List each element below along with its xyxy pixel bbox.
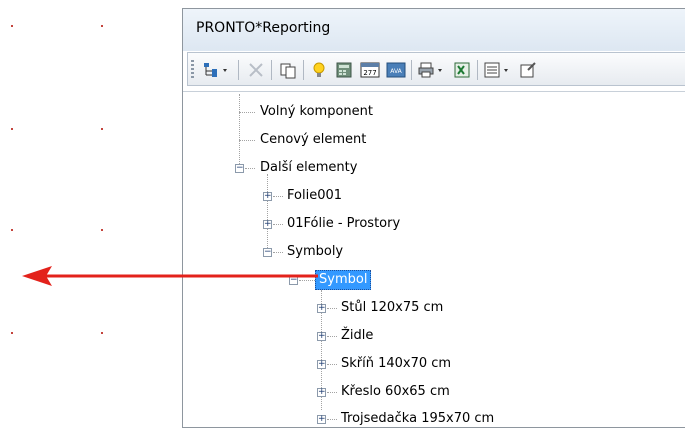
background-dot: [101, 128, 103, 130]
excel-export-icon: [454, 62, 470, 78]
toolbar-separator: [477, 60, 478, 80]
collapse-toggle-icon[interactable]: −: [263, 248, 272, 257]
tree-connector: [327, 419, 337, 420]
toolbar-separator: [411, 60, 412, 80]
tree-item-skrin[interactable]: Skříň 140x70 cm: [341, 355, 451, 373]
print-dropdown-icon: [418, 62, 442, 78]
background-dot: [101, 332, 103, 334]
annotation-arrow-icon: [22, 266, 318, 286]
properties-button[interactable]: [516, 59, 540, 81]
title-bar[interactable]: PRONTO*Reporting: [183, 9, 685, 51]
delete-icon: [249, 63, 263, 77]
tree-view-dropdown-button[interactable]: [200, 59, 234, 81]
tree-item-stul[interactable]: Stůl 120x75 cm: [341, 299, 443, 317]
expand-toggle-icon[interactable]: +: [317, 360, 326, 369]
lightbulb-icon: [313, 62, 325, 77]
copy-button[interactable]: [276, 59, 300, 81]
copy-icon: [280, 63, 296, 79]
tree-item-dalsi-elementy[interactable]: Další elementy: [260, 159, 357, 177]
expand-toggle-icon[interactable]: +: [317, 415, 326, 424]
tree-item-symboly[interactable]: Symboly: [287, 243, 343, 261]
tree-item-folie001[interactable]: Folie001: [287, 187, 342, 205]
list-dropdown-button[interactable]: [482, 59, 514, 81]
tree-item-kreslo[interactable]: Křeslo 60x65 cm: [341, 383, 450, 401]
toolbar-grip[interactable]: [191, 60, 194, 78]
tree-connector: [239, 94, 240, 172]
background-dot: [101, 229, 103, 231]
tree-connector: [327, 308, 337, 309]
tree-item-cenovy-element[interactable]: Cenový element: [260, 131, 366, 149]
expand-toggle-icon[interactable]: +: [263, 220, 272, 229]
tree-connector: [327, 336, 337, 337]
svg-text:277: 277: [363, 69, 376, 77]
tree-item-volny-komponent[interactable]: Volný komponent: [260, 103, 373, 121]
tree-connector: [267, 174, 268, 248]
ava-icon: AVA: [386, 62, 406, 78]
counter-277-icon: 277: [360, 62, 380, 78]
tree-connector: [273, 252, 283, 253]
background-dot: [101, 25, 103, 27]
expand-toggle-icon[interactable]: +: [317, 332, 326, 341]
collapse-toggle-icon[interactable]: −: [235, 164, 244, 173]
list-dropdown-icon: [484, 62, 508, 78]
toolbar: 277 AVA: [187, 52, 685, 86]
delete-button[interactable]: [244, 59, 268, 81]
tree-connector: [273, 196, 283, 197]
counter-button[interactable]: 277: [358, 59, 382, 81]
svg-text:AVA: AVA: [390, 68, 402, 75]
tree-connector: [327, 392, 337, 393]
tree-item-trojsedacka[interactable]: Trojsedačka 195x70 cm: [341, 410, 494, 428]
tree-view-dropdown-icon: [204, 63, 227, 77]
properties-icon: [520, 62, 536, 78]
expand-toggle-icon[interactable]: +: [317, 388, 326, 397]
background-dot: [11, 332, 13, 334]
expand-toggle-icon[interactable]: +: [317, 304, 326, 313]
pronto-reporting-window: PRONTO*Reporting 277 AVA Volný komponent…: [182, 8, 685, 428]
tree-connector: [245, 168, 255, 169]
tree-connector: [327, 364, 337, 365]
background-dot: [11, 229, 13, 231]
expand-toggle-icon[interactable]: +: [263, 192, 272, 201]
calculator-icon: [336, 62, 352, 78]
ava-button[interactable]: AVA: [384, 59, 408, 81]
tree-item-01folie-prostory[interactable]: 01Fólie - Prostory: [287, 215, 400, 233]
toolbar-separator: [238, 60, 239, 80]
background-dot: [11, 128, 13, 130]
calculator-button[interactable]: [332, 59, 356, 81]
tree-item-zidle[interactable]: Židle: [341, 327, 373, 345]
window-title: PRONTO*Reporting: [196, 20, 331, 36]
hint-button[interactable]: [308, 59, 330, 81]
print-dropdown-button[interactable]: [416, 59, 448, 81]
tree-connector: [273, 224, 283, 225]
excel-export-button[interactable]: [450, 59, 474, 81]
tree-view: Volný komponent Cenový element − Další e…: [183, 91, 685, 427]
toolbar-separator: [271, 60, 272, 80]
tree-connector: [239, 112, 255, 113]
toolbar-separator: [303, 60, 304, 80]
background-dot: [11, 25, 13, 27]
tree-connector: [239, 140, 255, 141]
